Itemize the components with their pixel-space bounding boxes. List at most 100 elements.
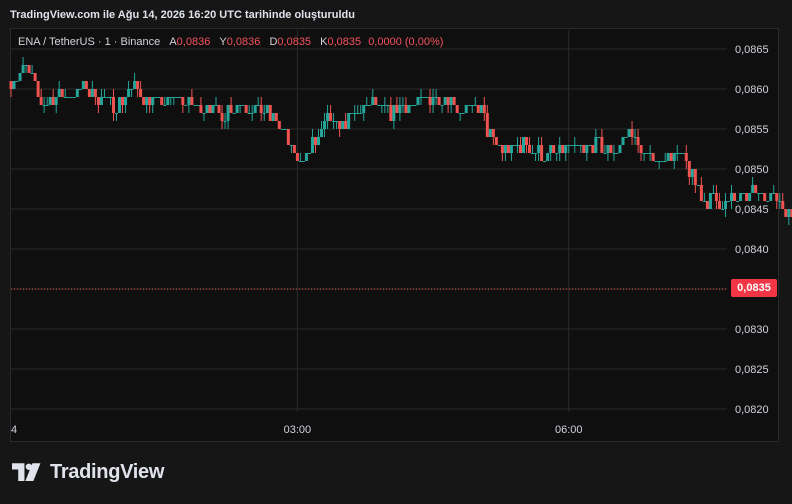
candle-body: [151, 97, 155, 105]
tradingview-logo[interactable]: TradingView: [12, 461, 164, 484]
y-tick-label: 0,0840: [735, 244, 769, 256]
candle-body: [730, 193, 734, 201]
candle-body: [714, 193, 718, 201]
candle-body: [660, 161, 664, 162]
candle-body: [708, 193, 712, 209]
candle-body: [69, 97, 73, 98]
candle-body: [464, 105, 468, 113]
candle-body: [145, 97, 149, 105]
candle-body: [268, 105, 272, 121]
candle-body: [301, 161, 305, 162]
candle-body: [320, 129, 324, 137]
candle-body: [494, 137, 498, 145]
candle-body: [362, 105, 366, 113]
open-value: 0,0836: [176, 36, 211, 48]
candle-body: [244, 105, 248, 113]
close-value: 0,0835: [327, 36, 362, 48]
candle-body: [87, 89, 91, 97]
candle-body: [419, 97, 423, 98]
candle-body: [727, 201, 731, 202]
candle-body: [479, 105, 483, 113]
candle-body: [561, 145, 565, 153]
candle-body: [690, 169, 694, 177]
candle-body: [220, 113, 224, 121]
candle-body: [118, 97, 122, 113]
y-tick-label: 0,0830: [735, 324, 769, 336]
candle-body: [202, 113, 206, 114]
candle-body: [443, 97, 447, 105]
candle-body: [458, 113, 462, 114]
candle-body: [781, 201, 785, 209]
candle-body: [476, 105, 480, 113]
candle-body: [437, 97, 441, 105]
high-label: Y: [219, 36, 227, 48]
candle-body: [452, 97, 456, 105]
candle-body: [552, 145, 556, 153]
candle-body: [313, 137, 317, 145]
candle-body: [274, 113, 278, 121]
candle-body: [506, 145, 510, 153]
candle-body: [63, 97, 67, 98]
candle-body: [573, 145, 577, 146]
candle-body: [307, 153, 311, 154]
candle-body: [229, 105, 233, 113]
candle-body: [723, 201, 727, 209]
candle-body: [99, 97, 103, 105]
candle-body: [51, 97, 55, 105]
symbol-label[interactable]: ENA / TetherUS · 1 · Binance: [18, 36, 160, 48]
candle-body: [657, 161, 661, 162]
candle-body: [250, 113, 254, 114]
candle-body: [253, 105, 257, 113]
candle-body: [642, 153, 646, 154]
candle-body: [702, 201, 706, 202]
candle-body: [48, 97, 52, 105]
candle-body: [24, 65, 28, 66]
candle-body: [413, 105, 417, 106]
candle-body: [485, 113, 489, 137]
candle-body: [582, 145, 586, 153]
candle-body: [757, 193, 761, 194]
candle-body: [624, 137, 628, 138]
candle-body: [383, 105, 387, 106]
candle-body: [742, 193, 746, 194]
candle-body: [124, 97, 128, 105]
candle-body: [160, 97, 164, 105]
candle-body: [178, 97, 182, 98]
candle-body: [585, 145, 589, 153]
candle-body: [377, 105, 381, 106]
candle-body: [446, 97, 450, 105]
candle-body: [163, 105, 167, 106]
candle-body: [184, 105, 188, 106]
price-chart[interactable]: 0,0865 0,0860 0,0855 0,0850 0,0845 0,0840 0,08…: [0, 0, 792, 504]
candle-body: [525, 137, 529, 145]
candle-body: [518, 145, 522, 153]
candle-body: [368, 105, 372, 106]
candle-body: [627, 129, 631, 137]
candle-body: [717, 201, 721, 209]
chart-legend: ENA / TetherUS · 1 · Binance A0,0836 Y0,…: [18, 36, 443, 48]
candle-body: [323, 121, 327, 129]
candle-body: [262, 113, 266, 114]
candle-body: [760, 193, 764, 194]
candle-body: [27, 65, 31, 73]
candle-body: [90, 89, 94, 97]
candle-body: [497, 145, 501, 146]
y-tick-label: 0,0850: [735, 164, 769, 176]
candle-body: [326, 113, 330, 121]
candle-body: [66, 97, 70, 98]
candle-body: [84, 81, 88, 89]
candle-body: [341, 121, 345, 129]
candle-body: [696, 185, 700, 186]
candle-body: [591, 145, 595, 153]
candle-body: [187, 97, 191, 105]
candle-body: [672, 153, 676, 161]
candle-body: [190, 97, 194, 105]
candle-body: [711, 193, 715, 194]
candle-body: [467, 105, 471, 106]
candle-body: [648, 153, 652, 154]
candle-body: [133, 81, 137, 89]
y-tick-label: 0,0845: [735, 204, 769, 216]
candle-body: [534, 153, 538, 154]
candle-body: [570, 145, 574, 146]
y-tick-label: 0,0855: [735, 124, 769, 136]
